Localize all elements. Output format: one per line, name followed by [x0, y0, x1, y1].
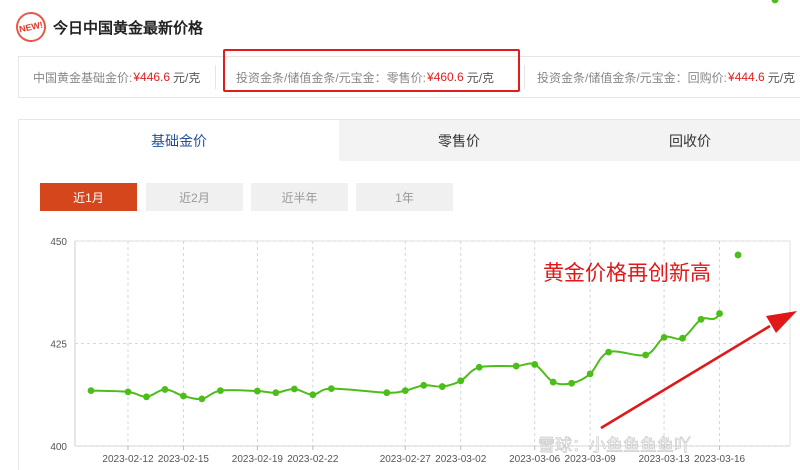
data-point — [161, 386, 169, 393]
x-tick-label: 2023-02-27 — [380, 454, 432, 465]
x-tick-label: 2023-02-15 — [158, 454, 210, 465]
data-point — [716, 310, 723, 317]
data-point — [272, 389, 280, 397]
y-tick-label: 400 — [50, 442, 67, 453]
data-point — [253, 387, 261, 395]
data-point — [420, 381, 428, 389]
data-point — [549, 378, 557, 386]
data-point — [143, 393, 150, 401]
data-point — [198, 395, 206, 403]
data-point — [475, 363, 483, 371]
data-point — [124, 388, 132, 396]
annotation-text: 黄金价格再创新高 — [543, 261, 711, 285]
x-tick-label: 2023-03-16 — [694, 454, 746, 465]
y-tick-label: 425 — [50, 340, 67, 351]
data-point — [642, 351, 649, 359]
data-point — [87, 387, 95, 395]
annotation-arrow-shaft — [600, 324, 771, 430]
data-point — [568, 379, 576, 387]
data-point — [660, 333, 668, 341]
data-point — [605, 348, 613, 356]
data-point — [290, 385, 298, 393]
data-point — [383, 389, 391, 397]
data-point — [309, 391, 317, 399]
data-point — [438, 383, 446, 390]
data-point — [531, 361, 539, 368]
data-point — [697, 315, 705, 323]
data-point — [679, 334, 686, 342]
data-point — [734, 251, 742, 259]
data-point — [512, 362, 520, 370]
data-point — [401, 387, 409, 395]
x-tick-label: 2023-03-02 — [435, 454, 487, 465]
watermark-text: 雪球：小鱼鱼鱼鱼吖 — [538, 436, 691, 456]
data-point — [180, 392, 187, 400]
x-tick-label: 2023-02-19 — [232, 454, 284, 465]
data-point — [327, 385, 335, 392]
data-point — [217, 387, 224, 395]
x-tick-label: 2023-02-22 — [287, 454, 339, 465]
data-point — [771, 0, 779, 4]
x-tick-label: 2023-02-12 — [102, 454, 154, 465]
data-point — [457, 377, 465, 385]
gold-price-line-chart: 4004254502023-02-12 2023-02-15 2023-02-19 2… — [50, 0, 797, 465]
annotation-arrow-head — [766, 311, 797, 333]
y-tick-label: 450 — [50, 237, 67, 248]
data-point — [586, 370, 594, 378]
